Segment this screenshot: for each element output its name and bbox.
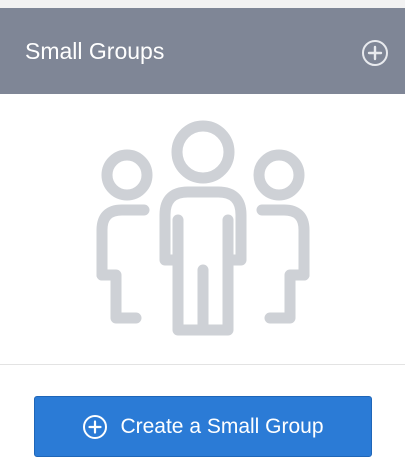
add-group-icon[interactable] bbox=[361, 39, 389, 67]
plus-circle-icon bbox=[82, 414, 108, 440]
create-button-label: Create a Small Group bbox=[120, 414, 324, 438]
create-small-group-button[interactable]: Create a Small Group bbox=[34, 396, 372, 457]
divider bbox=[0, 364, 405, 365]
small-groups-panel: Small Groups Create a Small Group bbox=[0, 8, 405, 475]
people-group-icon bbox=[92, 120, 314, 338]
top-strip bbox=[0, 0, 405, 8]
panel-title: Small Groups bbox=[25, 38, 165, 64]
panel-header: Small Groups bbox=[0, 8, 405, 94]
